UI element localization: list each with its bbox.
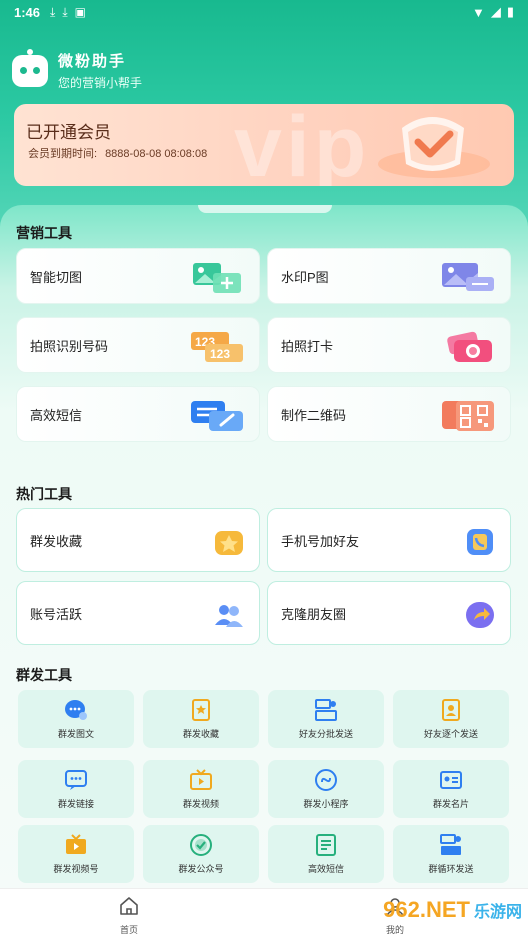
hot-clone-moments[interactable]: 克隆朋友圈 — [267, 581, 511, 645]
mini-program-icon — [315, 768, 337, 791]
mass-video[interactable]: 群发视频 — [143, 760, 259, 818]
grid-label: 高效短信 — [307, 863, 344, 874]
app-name: 微粉助手 — [58, 53, 127, 70]
grid-label: 群发小程序 — [303, 798, 349, 809]
vip-banner[interactable]: vip 已开通会员 会员到期时间: 8888-08-08 08:08:08 — [14, 104, 514, 186]
vip-expire: 会员到期时间: 8888-08-08 08:08:08 — [28, 148, 208, 160]
mass-link[interactable]: 群发链接 — [18, 760, 134, 818]
camera-checkin-icon — [447, 331, 492, 362]
mass-loop-send[interactable]: 群循环发送 — [393, 825, 509, 883]
mass-batch-send[interactable]: 好友分批发送 — [268, 690, 384, 748]
phone-contact-icon — [467, 529, 493, 555]
hot-mass-favorite[interactable]: 群发收藏 — [16, 508, 260, 572]
marketing-tools-title: 营销工具 — [16, 225, 72, 241]
tool-make-qrcode[interactable]: 制作二维码 — [267, 386, 511, 442]
tool-label: 智能切图 — [30, 269, 83, 285]
tool-label: 水印P图 — [281, 269, 329, 285]
tool-label: 手机号加好友 — [281, 533, 360, 549]
tool-label: 拍照识别号码 — [30, 338, 109, 354]
tool-photo-number-recognition[interactable]: 拍照识别号码 123 123 — [16, 317, 260, 373]
tool-label: 拍照打卡 — [281, 338, 334, 354]
robot-logo-icon — [12, 48, 48, 87]
official-account-icon — [190, 833, 212, 856]
qrcode-icon — [442, 401, 494, 431]
sms-doc-icon — [316, 833, 336, 856]
mass-tools-title: 群发工具 — [16, 667, 72, 683]
mass-efficient-sms[interactable]: 高效短信 — [268, 825, 384, 883]
tab-home-label: 首页 — [119, 925, 138, 935]
download-icon: ⤓ — [50, 4, 56, 19]
loop-send-icon — [440, 833, 461, 855]
vip-title: 已开通会员 — [26, 123, 111, 142]
number-recognition-icon: 123 123 — [191, 332, 243, 362]
brand-header: 微粉助手 您的营销小帮手 — [12, 48, 143, 91]
vip-check-badge-icon — [378, 117, 490, 178]
star-favorite-icon — [215, 531, 243, 555]
site-watermark-logo: 962.NET 乐游网 — [383, 897, 522, 922]
mass-official-account[interactable]: 群发公众号 — [143, 825, 259, 883]
grid-label: 群发视频 — [182, 798, 219, 809]
battery-icon: ▮ — [506, 4, 514, 19]
hot-account-active[interactable]: 账号活跃 — [16, 581, 260, 645]
grid-label: 群发链接 — [57, 798, 94, 809]
mass-business-card[interactable]: 群发名片 — [393, 760, 509, 818]
hot-phone-add-friend[interactable]: 手机号加好友 — [267, 508, 511, 572]
grid-label: 好友逐个发送 — [423, 728, 478, 739]
grid-label: 群发收藏 — [182, 728, 219, 739]
tool-photo-checkin[interactable]: 拍照打卡 — [267, 317, 511, 373]
image-split-icon — [193, 263, 241, 293]
tool-label: 群发收藏 — [30, 533, 83, 549]
wifi-icon: ▼ — [471, 4, 485, 20]
mass-mini-program[interactable]: 群发小程序 — [268, 760, 384, 818]
tool-smart-cut[interactable]: 智能切图 — [16, 248, 260, 304]
tv-video-icon — [190, 768, 212, 790]
users-icon — [215, 605, 243, 627]
hot-tools-title: 热门工具 — [16, 486, 72, 502]
sms-icon — [191, 401, 243, 431]
tab-home[interactable]: 首页 — [118, 895, 140, 936]
vip-decor-letters: vip — [234, 104, 371, 186]
app-slogan: 您的营销小帮手 — [58, 76, 143, 90]
status-time: 1:46 — [14, 4, 41, 20]
watermark-image-icon — [442, 263, 494, 291]
panel-handle — [198, 205, 332, 213]
tool-label: 制作二维码 — [281, 407, 347, 423]
grid-label: 群发名片 — [432, 798, 469, 809]
svg-text:123: 123 — [210, 347, 230, 361]
mass-one-by-one[interactable]: 好友逐个发送 — [393, 690, 509, 748]
share-arrow-icon — [466, 602, 494, 628]
tool-watermark-edit[interactable]: 水印P图 — [267, 248, 511, 304]
signal-icon: ◢ — [490, 4, 501, 19]
person-card-icon — [442, 698, 460, 721]
app-notification-icon: ▣ — [74, 5, 86, 19]
business-card-icon — [440, 770, 462, 789]
tool-label: 账号活跃 — [30, 606, 83, 622]
tool-label: 克隆朋友圈 — [281, 606, 347, 622]
mass-favorite[interactable]: 群发收藏 — [143, 690, 259, 748]
chat-bubble-icon — [65, 699, 87, 720]
mass-image-text[interactable]: 群发图文 — [18, 690, 134, 748]
status-bar: 1:46 ⤓ ⤓ ▣ ▼ ◢ ▮ — [0, 0, 528, 24]
favorite-tag-icon — [192, 698, 210, 721]
batch-send-icon — [315, 698, 337, 721]
grid-label: 群发图文 — [57, 728, 94, 739]
download-icon: ⤓ — [62, 4, 68, 19]
grid-label: 群循环发送 — [428, 863, 474, 874]
grid-label: 好友分批发送 — [298, 728, 353, 739]
video-channel-icon — [66, 833, 86, 854]
grid-label: 群发公众号 — [178, 863, 224, 874]
link-message-icon — [65, 769, 87, 790]
mass-video-channel[interactable]: 群发视频号 — [18, 825, 134, 883]
tool-label: 高效短信 — [30, 407, 83, 423]
home-icon — [120, 897, 138, 915]
tool-efficient-sms[interactable]: 高效短信 — [16, 386, 260, 442]
grid-label: 群发视频号 — [53, 863, 99, 874]
